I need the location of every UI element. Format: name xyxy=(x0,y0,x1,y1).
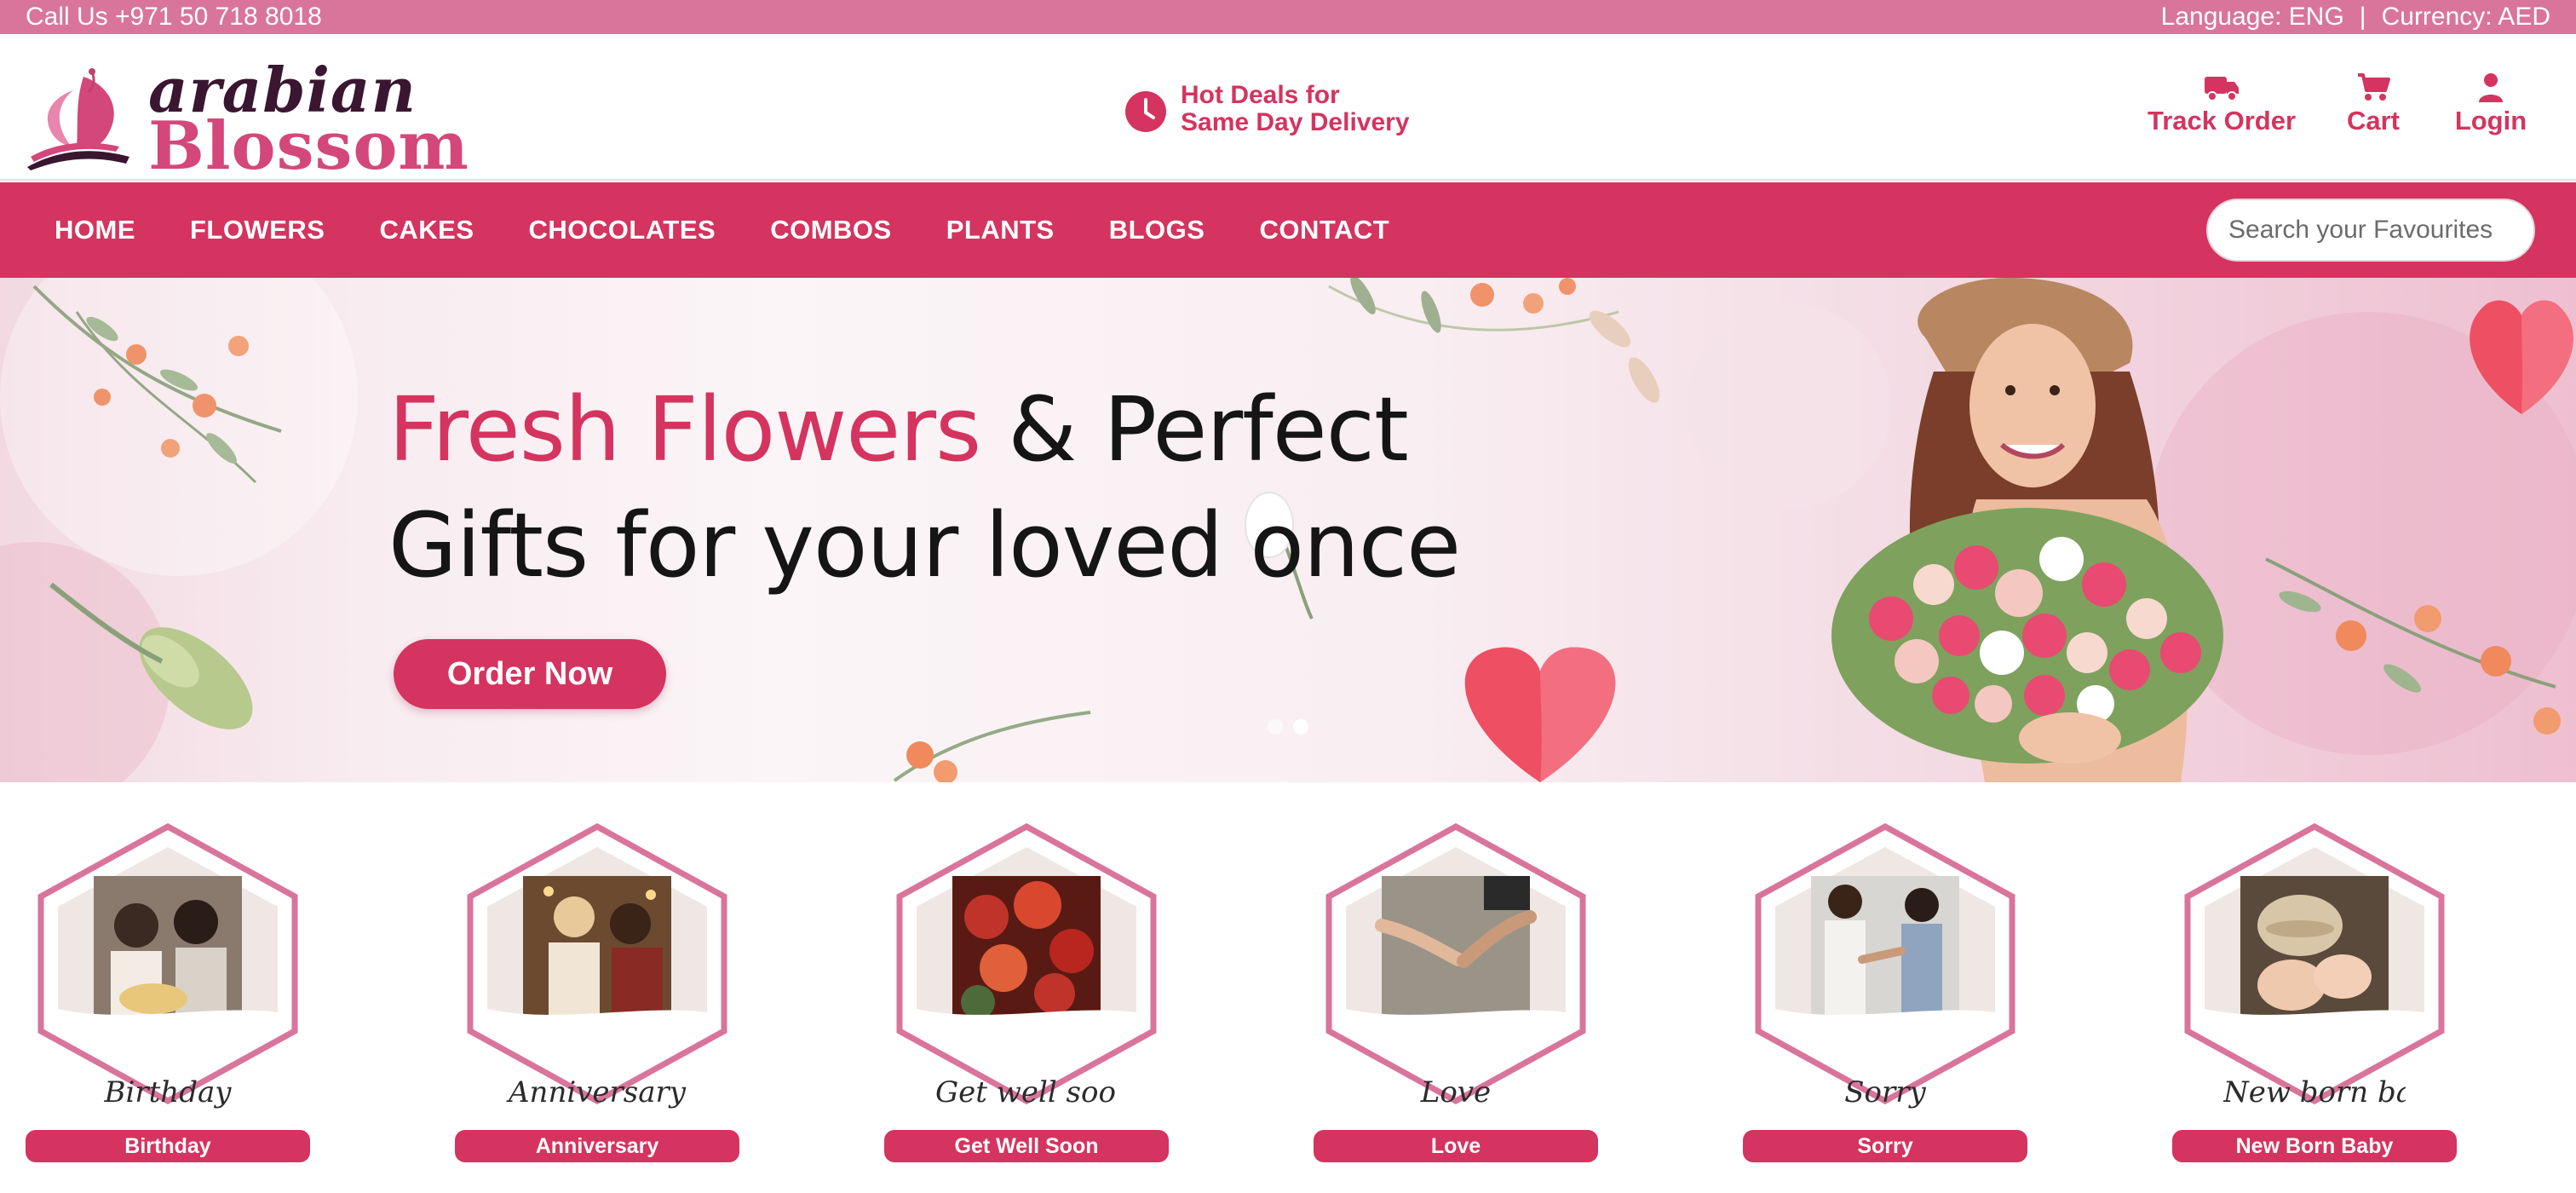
occasion-card-sorry[interactable]: Sorry Sorry xyxy=(1743,823,2027,1162)
user-icon xyxy=(2479,73,2503,102)
clock-icon xyxy=(1125,91,1166,132)
hot-deals-text: Hot Deals for Same Day Delivery xyxy=(1181,82,1410,136)
cart-label: Cart xyxy=(2346,106,2400,135)
hero-headline-line2: Gifts for your loved once xyxy=(388,493,1461,597)
occasion-label-anniversary: Anniversary xyxy=(455,1130,739,1162)
nav-item-cakes[interactable]: CAKES xyxy=(380,215,474,245)
occasion-label-birthday: Birthday xyxy=(26,1130,310,1162)
nav-item-blogs[interactable]: BLOGS xyxy=(1109,215,1205,245)
occasion-card-get-well-soon[interactable]: Get well soon Get Well Soon xyxy=(884,823,1169,1162)
cart-link[interactable]: Cart xyxy=(2339,72,2407,136)
truck-icon xyxy=(2205,77,2239,101)
nav-item-contact[interactable]: CONTACT xyxy=(1259,215,1389,245)
occasion-label-sorry: Sorry xyxy=(1743,1130,2027,1162)
occasion-card-anniversary[interactable]: Anniversary Anniversary xyxy=(455,823,739,1162)
new-born-baby-image xyxy=(2184,823,2445,1104)
love-image xyxy=(1325,823,1586,1104)
occasion-label-get-well-soon: Get Well Soon xyxy=(884,1130,1169,1162)
main-nav: HOME FLOWERS CAKES CHOCOLATES COMBOS PLA… xyxy=(0,182,2576,278)
nav-item-plants[interactable]: PLANTS xyxy=(946,215,1055,245)
brand-name: Blossom xyxy=(148,107,469,185)
nav-menu: HOME FLOWERS CAKES CHOCOLATES COMBOS PLA… xyxy=(55,182,1444,278)
order-now-button[interactable]: Order Now xyxy=(394,639,666,709)
nav-item-home[interactable]: HOME xyxy=(55,215,135,245)
hero-headline-rest: & Perfect xyxy=(980,377,1408,481)
nav-item-combos[interactable]: COMBOS xyxy=(770,215,892,245)
top-bar: Call Us +971 50 718 8018 Language: ENG | C… xyxy=(0,0,2576,34)
hot-deals-line2: Same Day Delivery xyxy=(1181,108,1410,136)
cart-icon xyxy=(2358,73,2390,101)
occasion-script-get-well-soon: Get well soon xyxy=(935,1075,1118,1109)
hot-deals-line1: Hot Deals for xyxy=(1181,81,1340,109)
occasion-categories: Birthday Birthday Anniversary Anniversar… xyxy=(0,782,2576,1193)
hot-deals-banner[interactable]: Hot Deals for Same Day Delivery xyxy=(1124,82,1448,150)
nav-item-chocolates[interactable]: CHOCOLATES xyxy=(529,215,716,245)
login-label: Login xyxy=(2454,106,2527,135)
carousel-dot-2[interactable] xyxy=(1293,719,1308,735)
occasion-script-love: Love xyxy=(1420,1075,1492,1109)
top-bar-right: Language: ENG | Currency: AED xyxy=(2161,0,2550,34)
occasion-label-new-born-baby: New Born Baby xyxy=(2172,1130,2457,1162)
occasion-label-love: Love xyxy=(1314,1130,1598,1162)
search-input[interactable] xyxy=(2208,200,2533,260)
occasion-card-new-born-baby[interactable]: New born baby New Born Baby xyxy=(2172,823,2457,1162)
occasion-card-birthday[interactable]: Birthday Birthday xyxy=(26,823,310,1162)
anniversary-image xyxy=(467,823,727,1104)
hero-banner: Fresh Flowers & Perfect Gifts for your l… xyxy=(0,278,2576,782)
track-order-label: Track Order xyxy=(2147,106,2297,135)
occasion-script-birthday: Birthday xyxy=(104,1075,232,1109)
hero-headline-line1: Fresh Flowers & Perfect xyxy=(388,372,1460,487)
phone-text[interactable]: Call Us +971 50 718 8018 xyxy=(26,0,322,34)
occasion-script-anniversary: Anniversary xyxy=(509,1075,686,1109)
sorry-image xyxy=(1755,823,2015,1104)
search-box xyxy=(2206,199,2535,262)
login-link[interactable]: Login xyxy=(2447,72,2535,136)
hero-headline: Fresh Flowers & Perfect Gifts for your l… xyxy=(388,372,1461,603)
carousel-dot-1[interactable] xyxy=(1268,719,1283,735)
track-order-link[interactable]: Track Order xyxy=(2145,72,2298,136)
hero-headline-highlight: Fresh Flowers xyxy=(388,377,981,481)
brand-logo[interactable]: arabian Blossom xyxy=(24,60,469,181)
tulip-logo-icon xyxy=(27,68,129,170)
site-header: arabian Blossom Hot Deals for Same Day D… xyxy=(0,34,2576,181)
language-selector[interactable]: Language: ENG xyxy=(2161,3,2344,31)
occasion-card-love[interactable]: Love Love xyxy=(1314,823,1598,1162)
currency-selector[interactable]: Currency: AED xyxy=(2382,3,2550,31)
occasion-script-new-born-baby: New born baby xyxy=(2223,1075,2406,1109)
top-bar-separator: | xyxy=(2359,3,2366,31)
birthday-image xyxy=(37,823,298,1104)
get-well-soon-image xyxy=(896,823,1157,1104)
occasion-script-sorry: Sorry xyxy=(1844,1075,1926,1109)
nav-item-flowers[interactable]: FLOWERS xyxy=(190,215,325,245)
